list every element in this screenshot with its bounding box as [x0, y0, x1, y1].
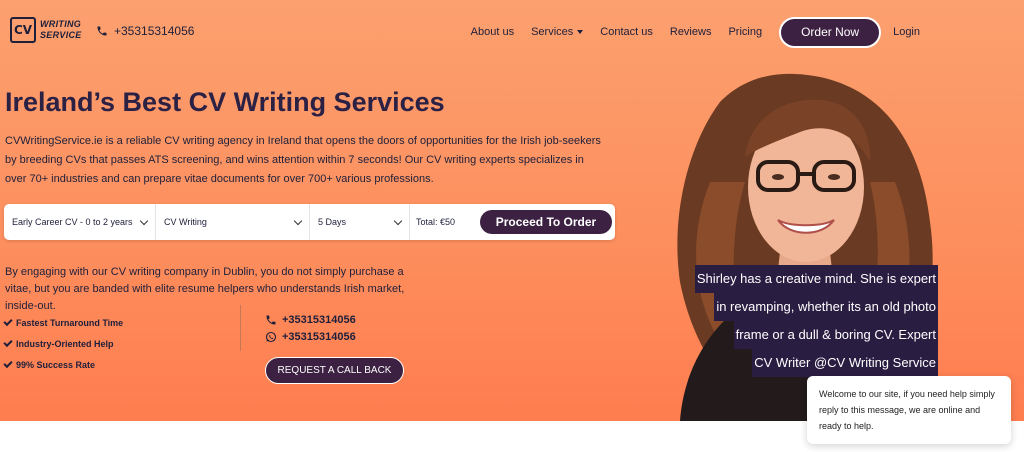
nav-contact[interactable]: Contact us [600, 26, 653, 38]
chevron-down-icon [139, 216, 149, 225]
order-now-button[interactable]: Order Now [779, 16, 882, 48]
quote-line: frame or a dull & boring CV. Expert [733, 321, 938, 349]
check-icon [3, 337, 13, 347]
nav-pricing[interactable]: Pricing [728, 26, 762, 38]
chat-message: Welcome to our site, if you need help si… [819, 389, 995, 431]
main-nav: About us Services Contact us Reviews Pri… [471, 16, 1024, 48]
feature-item: 99% Success Rate [3, 354, 123, 375]
check-icon [3, 358, 13, 368]
intro-text: CVWritingService.ie is a reliable CV wri… [5, 135, 601, 185]
logo[interactable]: CV WRITING SERVICE [10, 17, 82, 43]
chevron-down-icon [393, 216, 403, 225]
feature-item: Fastest Turnaround Time [3, 312, 124, 333]
order-form: Early Career CV - 0 to 2 years CV Writin… [4, 204, 615, 240]
quote-line: CV Writer @CV Writing Service [752, 349, 938, 377]
chevron-down-icon [293, 216, 303, 225]
quote-line: in revamping, whether its an old photo [714, 293, 938, 321]
logo-line-1: WRITING [40, 19, 82, 29]
logo-line-2: SERVICE [40, 30, 82, 40]
login-link[interactable]: Login [893, 26, 920, 38]
logo-mark: CV [10, 17, 36, 43]
vertical-divider [240, 305, 241, 351]
feature-label: Fastest Turnaround Time [16, 317, 124, 328]
hero-section: CV WRITING SERVICE +35315314056 About us… [0, 0, 1024, 421]
delivery-value: 5 Days [318, 217, 347, 227]
chat-popup[interactable]: Welcome to our site, if you need help si… [807, 376, 1011, 444]
service-select[interactable]: CV Writing [156, 204, 310, 240]
engage-text: By engaging with our CV writing company … [5, 266, 405, 312]
phone-icon [97, 26, 107, 36]
contact-whatsapp[interactable]: +35315314056 [265, 328, 356, 345]
nav-reviews[interactable]: Reviews [670, 26, 712, 38]
contact-whatsapp-number: +35315314056 [282, 330, 356, 343]
nav-services-label: Services [531, 26, 574, 38]
request-call-back-button[interactable]: REQUEST A CALL BACK [265, 357, 404, 384]
delivery-select[interactable]: 5 Days [310, 204, 410, 240]
header-phone[interactable]: +35315314056 [96, 24, 194, 38]
feature-label: Industry-Oriented Help [16, 338, 114, 349]
career-level-select[interactable]: Early Career CV - 0 to 2 years [4, 204, 156, 240]
check-icon [3, 316, 13, 326]
feature-list: Fastest Turnaround Time Industry-Oriente… [3, 312, 124, 375]
writer-quote: Shirley has a creative mind. She is expe… [694, 265, 938, 377]
logo-text: WRITING SERVICE [40, 19, 82, 41]
career-level-value: Early Career CV - 0 to 2 years [12, 217, 133, 227]
feature-label: 99% Success Rate [16, 359, 96, 370]
service-value: CV Writing [164, 217, 207, 227]
page-title: Ireland’s Best CV Writing Services [5, 87, 445, 117]
proceed-to-order-button[interactable]: Proceed To Order [480, 210, 612, 234]
nav-about[interactable]: About us [471, 26, 514, 38]
contact-phone[interactable]: +35315314056 [265, 311, 356, 328]
contact-list: +35315314056 +35315314056 [265, 311, 356, 345]
whatsapp-icon [265, 331, 277, 342]
nav-services[interactable]: Services [531, 26, 584, 38]
feature-item: Industry-Oriented Help [3, 333, 123, 354]
quote-line: Shirley has a creative mind. She is expe… [694, 265, 938, 293]
contact-phone-number: +35315314056 [282, 313, 356, 326]
caret-down-icon [577, 30, 584, 34]
header-phone-number: +35315314056 [114, 24, 195, 38]
phone-icon [266, 315, 276, 324]
order-total: Total: €50 [416, 217, 456, 227]
